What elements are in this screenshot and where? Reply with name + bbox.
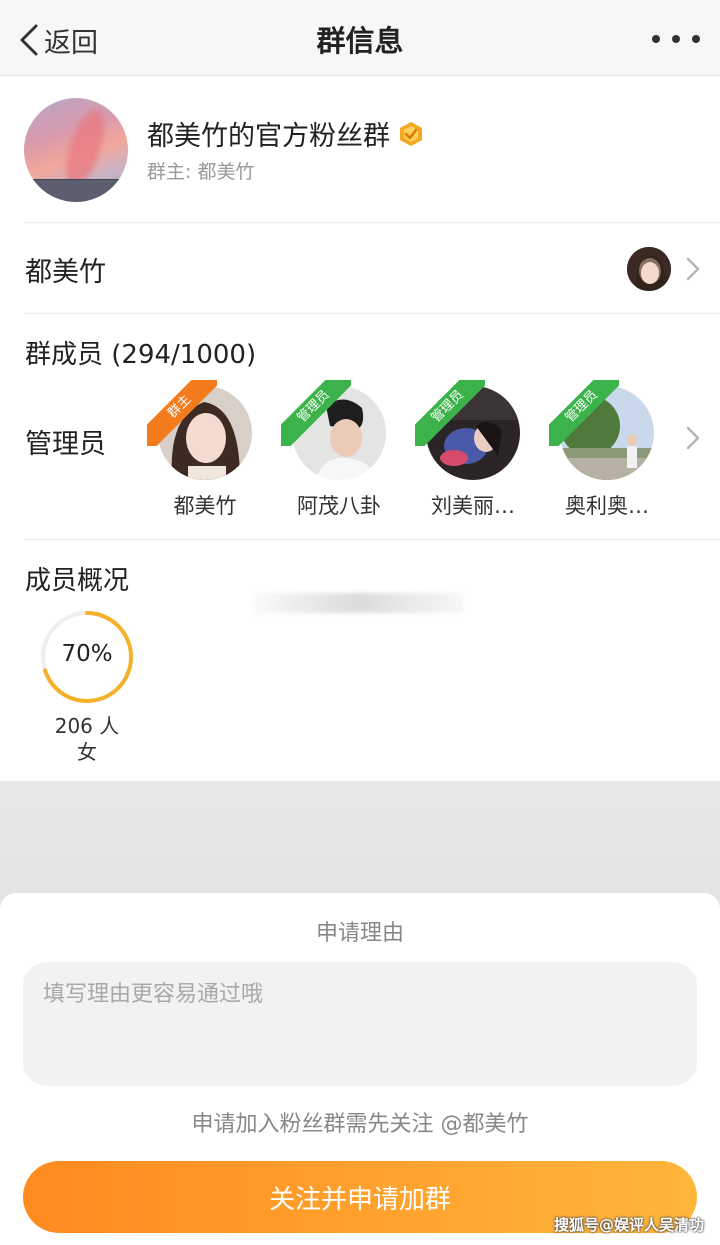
avatar	[292, 386, 386, 480]
members-count-title: 群成员 (294/1000)	[25, 340, 257, 370]
admin-name: 都美竹	[173, 494, 237, 518]
divider	[24, 222, 720, 223]
apply-sheet: 申请理由 申请加入粉丝群需先关注 @都美竹 关注并申请加群 搜狐号@娱评人吴清功	[0, 893, 720, 1245]
avatar	[560, 386, 654, 480]
gender-percent: 70%	[61, 641, 113, 667]
group-avatar	[24, 98, 128, 202]
group-header: 都美竹的官方粉丝群 群主: 都美竹	[0, 76, 720, 222]
page-title: 群信息	[316, 24, 404, 58]
group-name: 都美竹的官方粉丝群	[147, 121, 390, 152]
admin-name: 奥利奥…	[565, 494, 649, 518]
divider	[24, 539, 720, 540]
owner-row[interactable]: 都美竹	[0, 224, 720, 312]
nav-bar: 返回 群信息	[0, 0, 720, 76]
sheet-title: 申请理由	[315, 921, 404, 946]
avatar	[426, 386, 520, 480]
admin-label: 管理员	[25, 429, 106, 460]
reason-input[interactable]	[23, 962, 697, 1086]
chevron-right-icon	[686, 257, 700, 281]
owner-mini-avatar	[627, 247, 671, 291]
blurred-text	[253, 593, 463, 613]
more-menu-button[interactable]	[652, 26, 700, 52]
admin-name: 刘美丽…	[431, 494, 515, 518]
admin-item[interactable]: 奥利奥…	[552, 386, 662, 520]
follow-hint: 申请加入粉丝群需先关注 @都美竹	[191, 1112, 529, 1137]
verified-badge-icon	[400, 121, 422, 146]
owner-row-label: 都美竹	[25, 257, 106, 288]
chevron-right-icon[interactable]	[686, 426, 700, 450]
overview-title: 成员概况	[25, 566, 130, 596]
watermark: 搜狐号@娱评人吴清功	[553, 1216, 704, 1234]
admin-item[interactable]: 刘美丽…	[418, 386, 528, 520]
admin-item[interactable]: 都美竹	[150, 386, 260, 520]
gender-count: 206 人 女	[54, 714, 120, 764]
admin-item[interactable]: 阿茂八卦	[284, 386, 394, 520]
divider	[24, 313, 720, 314]
admin-name: 阿茂八卦	[297, 494, 381, 518]
avatar	[158, 386, 252, 480]
more-dots-icon	[652, 35, 660, 43]
group-owner: 群主: 都美竹	[147, 161, 255, 183]
